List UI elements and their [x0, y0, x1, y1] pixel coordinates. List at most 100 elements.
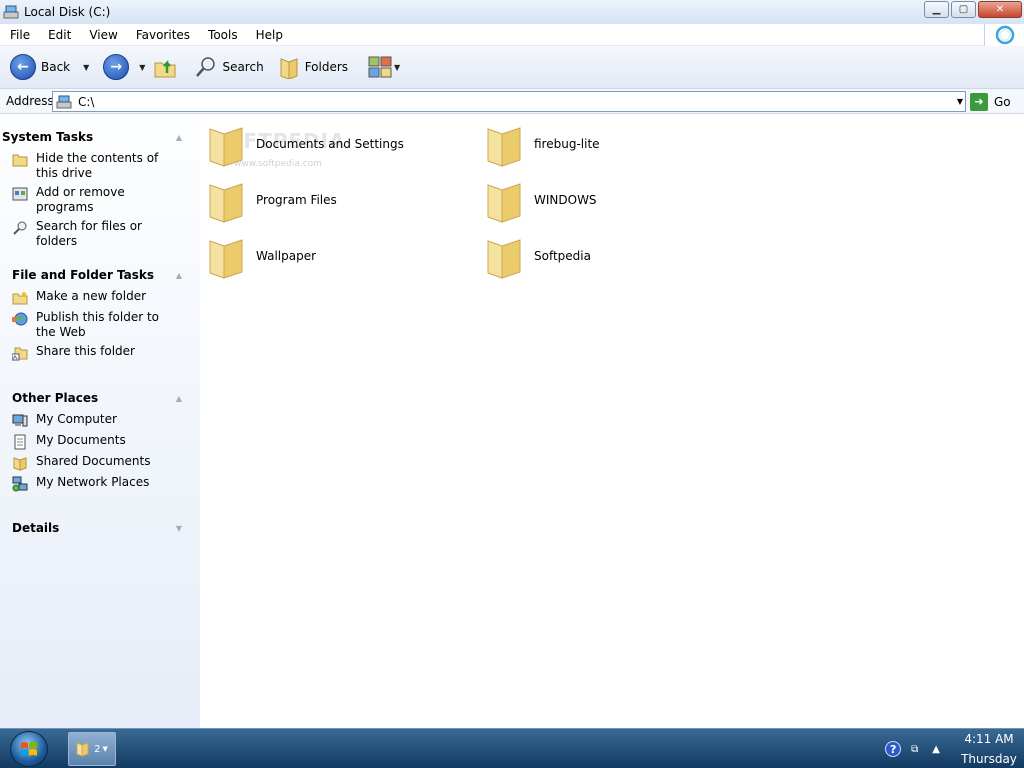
- minimize-button[interactable]: ▁: [924, 1, 949, 18]
- folder-name: Softpedia: [534, 249, 591, 263]
- task-share-folder[interactable]: Share this folder: [0, 344, 200, 361]
- go-label: Go: [994, 94, 1011, 109]
- help-icon[interactable]: ?: [885, 741, 902, 757]
- collapse-icon[interactable]: ▲: [176, 271, 182, 280]
- drive-icon: [3, 5, 19, 19]
- show-hidden-icons-icon[interactable]: ▲: [932, 744, 940, 755]
- share-icon: [12, 347, 28, 361]
- folder-icon: [487, 127, 521, 167]
- folder-icon: [487, 183, 521, 223]
- taskbar: 2 ▼ ? ⧉ ▲ 4:11 AM Thursday: [0, 728, 1024, 768]
- drive-icon: [56, 95, 72, 108]
- folder-item[interactable]: Program Files: [206, 175, 337, 225]
- place-my-computer[interactable]: My Computer: [0, 412, 200, 429]
- windows-logo-icon: [984, 24, 1024, 46]
- folder-item[interactable]: Wallpaper: [206, 231, 316, 281]
- menu-tools[interactable]: Tools: [198, 28, 246, 42]
- folder-item[interactable]: Documents and Settings: [206, 119, 404, 169]
- address-bar: Address C:\ ▼ ➜ Go: [0, 89, 1024, 114]
- windows-flag-icon: [21, 742, 37, 756]
- collapse-icon[interactable]: ▲: [176, 133, 182, 142]
- chevron-down-icon: ▼: [139, 62, 146, 72]
- shared-folder-icon: [13, 457, 27, 471]
- place-label: Shared Documents: [36, 454, 151, 468]
- back-dropdown-button[interactable]: ▼: [74, 49, 93, 85]
- folder-icon: [76, 742, 89, 757]
- new-folder-icon: [12, 291, 28, 305]
- explorer-taskbar-button[interactable]: 2 ▼: [68, 732, 116, 766]
- file-folder-tasks-section: File and Folder Tasks ▲ Make a new folde…: [0, 265, 200, 361]
- task-hide-contents[interactable]: Hide the contents of this drive: [0, 151, 200, 181]
- folder-name: Documents and Settings: [256, 137, 404, 151]
- file-folder-tasks-title: File and Folder Tasks: [12, 268, 155, 282]
- place-shared-documents[interactable]: Shared Documents: [0, 454, 200, 471]
- system-tray: ? ⧉ ▲ 4:11 AM Thursday: [885, 729, 1024, 768]
- window-title: Local Disk (C:): [24, 5, 111, 19]
- task-search-files[interactable]: Search for files or folders: [0, 219, 200, 249]
- task-label: Share this folder: [36, 344, 135, 358]
- task-label: Make a new folder: [36, 289, 147, 303]
- address-dropdown-icon[interactable]: ▼: [957, 97, 963, 106]
- documents-icon: [14, 434, 26, 450]
- menu-edit[interactable]: Edit: [38, 28, 79, 42]
- details-header[interactable]: Details ▼: [0, 518, 200, 538]
- folder-item[interactable]: firebug-lite: [484, 119, 600, 169]
- up-folder-button[interactable]: [149, 49, 181, 85]
- views-button[interactable]: ▼: [364, 49, 404, 85]
- system-tasks-section: System Tasks ▲ Hide the contents of this…: [0, 127, 200, 249]
- maximize-button[interactable]: ▢: [951, 1, 976, 18]
- place-my-network-places[interactable]: My Network Places: [0, 475, 200, 492]
- collapse-icon[interactable]: ▲: [176, 394, 182, 403]
- search-button[interactable]: Search: [191, 49, 267, 85]
- folder-icon: [209, 183, 243, 223]
- folder-item[interactable]: Softpedia: [484, 231, 591, 281]
- address-input[interactable]: C:\ ▼: [52, 91, 966, 112]
- folder-icon: [209, 127, 243, 167]
- expand-icon[interactable]: ▼: [176, 524, 182, 533]
- computer-icon: [12, 414, 28, 427]
- details-title: Details: [12, 521, 60, 535]
- back-button[interactable]: ← Back: [6, 49, 74, 85]
- search-icon: [196, 57, 216, 77]
- folder-item[interactable]: WINDOWS: [484, 175, 597, 225]
- chevron-down-icon: ▼: [83, 62, 90, 72]
- folder-name: firebug-lite: [534, 137, 600, 151]
- clock-day: Thursday: [961, 752, 1017, 766]
- task-make-new-folder[interactable]: Make a new folder: [0, 289, 200, 306]
- address-value: C:\: [78, 94, 95, 109]
- close-button[interactable]: ✕: [978, 1, 1022, 18]
- menu-view[interactable]: View: [79, 28, 125, 42]
- place-my-documents[interactable]: My Documents: [0, 433, 200, 450]
- up-folder-icon: [154, 59, 176, 78]
- go-arrow-icon: ➜: [970, 92, 988, 111]
- system-tasks-header[interactable]: System Tasks ▲: [0, 127, 200, 147]
- task-label: Hide the contents of this drive: [36, 151, 159, 180]
- other-places-header[interactable]: Other Places ▲: [0, 388, 200, 408]
- task-count: 2: [94, 743, 101, 755]
- folders-button[interactable]: Folders: [274, 49, 352, 85]
- place-label: My Computer: [36, 412, 117, 426]
- clock[interactable]: 4:11 AM Thursday: [954, 729, 1024, 768]
- go-button[interactable]: ➜ Go: [970, 91, 1011, 112]
- other-places-section: Other Places ▲ My Computer My Documents …: [0, 388, 200, 492]
- network-tray-icon[interactable]: ⧉: [911, 744, 918, 755]
- system-tasks-title: System Tasks: [2, 130, 94, 144]
- toolbar: ← Back ▼ → ▼ Search Folders ▼: [0, 46, 1024, 89]
- place-label: My Documents: [36, 433, 126, 447]
- forward-button[interactable]: →: [99, 49, 133, 85]
- menu-bar: File Edit View Favorites Tools Help: [0, 24, 1024, 46]
- task-pane: System Tasks ▲ Hide the contents of this…: [0, 115, 200, 728]
- task-add-remove-programs[interactable]: Add or remove programs: [0, 185, 200, 215]
- search-label: Search: [222, 60, 264, 74]
- back-arrow-icon: ←: [10, 54, 36, 80]
- menu-help[interactable]: Help: [246, 28, 291, 42]
- start-button[interactable]: [10, 731, 48, 767]
- folder-name: Wallpaper: [256, 249, 317, 263]
- menu-favorites[interactable]: Favorites: [126, 28, 198, 42]
- menu-file[interactable]: File: [0, 28, 38, 42]
- file-folder-tasks-header[interactable]: File and Folder Tasks ▲: [0, 265, 200, 285]
- forward-arrow-icon: →: [103, 54, 130, 80]
- task-publish-folder[interactable]: Publish this folder to the Web: [0, 310, 200, 340]
- forward-dropdown-button[interactable]: ▼: [133, 49, 149, 85]
- clock-time: 4:11 AM: [964, 732, 1014, 746]
